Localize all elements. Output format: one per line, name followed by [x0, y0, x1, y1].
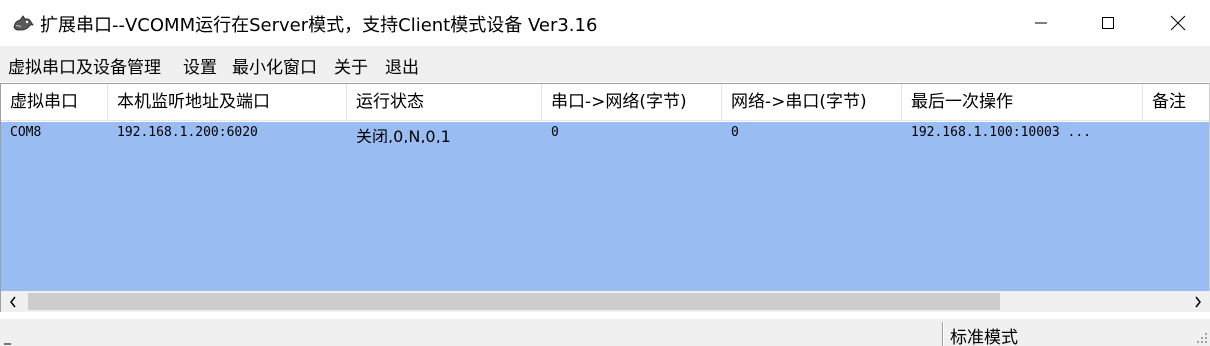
column-header-note[interactable]: 备注 [1143, 84, 1209, 121]
cell-last-operation: 192.168.1.100:10003 ... [911, 125, 1092, 140]
close-icon [1170, 15, 1186, 31]
column-header-last-operation[interactable]: 最后一次操作 [902, 84, 1143, 121]
maximize-icon [1102, 17, 1114, 29]
scroll-left-button[interactable] [1, 291, 25, 312]
window-title: 扩展串口--VCOMM运行在Server模式，支持Client模式设备 Ver3… [40, 15, 598, 36]
cell-listen-address: 192.168.1.200:6020 [117, 125, 258, 140]
menu-settings[interactable]: 设置 [183, 53, 217, 78]
table-header: 虚拟串口 本机监听地址及端口 运行状态 串口->网络(字节) 网络->串口(字节… [1, 84, 1209, 121]
column-header-net-to-serial[interactable]: 网络->串口(字节) [722, 84, 902, 121]
column-header-status[interactable]: 运行状态 [347, 84, 542, 121]
dog-app-icon [13, 15, 34, 31]
menu-bar: 虚拟串口及设备管理 设置 最小化窗口 关于 退出 [0, 46, 1210, 82]
status-divider [942, 322, 944, 346]
menu-device-management[interactable]: 虚拟串口及设备管理 [8, 53, 161, 78]
status-text: _ [4, 329, 11, 345]
chevron-right-icon [1195, 296, 1201, 307]
status-bar: _ 标准模式 [0, 318, 1210, 346]
column-header-serial-to-net[interactable]: 串口->网络(字节) [542, 84, 722, 121]
scroll-thumb[interactable] [28, 293, 1000, 310]
status-mode: 标准模式 [950, 328, 1018, 346]
chevron-left-icon [10, 296, 16, 307]
title-bar: 扩展串口--VCOMM运行在Server模式，支持Client模式设备 Ver3… [0, 0, 1210, 46]
minimize-icon [1035, 22, 1047, 24]
table-row[interactable] [1, 122, 1209, 291]
port-list-view[interactable]: 虚拟串口 本机监听地址及端口 运行状态 串口->网络(字节) 网络->串口(字节… [0, 83, 1210, 291]
resize-grip-icon[interactable] [1196, 332, 1208, 344]
cell-status: 关闭,0,N,0,1 [356, 127, 451, 143]
cell-port: COM8 [10, 125, 42, 140]
horizontal-scrollbar[interactable] [0, 291, 1210, 312]
cell-note [1143, 125, 1209, 145]
scroll-right-button[interactable] [1186, 291, 1210, 312]
close-button[interactable] [1143, 0, 1210, 46]
minimize-button[interactable] [1006, 0, 1076, 46]
menu-minimize-window[interactable]: 最小化窗口 [232, 53, 317, 78]
column-header-listen-address[interactable]: 本机监听地址及端口 [108, 84, 347, 121]
maximize-button[interactable] [1073, 0, 1143, 46]
column-header-virtual-port[interactable]: 虚拟串口 [1, 84, 108, 121]
cell-net-to-serial: 0 [731, 125, 739, 140]
cell-serial-to-net: 0 [551, 125, 559, 140]
menu-about[interactable]: 关于 [334, 53, 368, 78]
menu-exit[interactable]: 退出 [385, 53, 419, 78]
